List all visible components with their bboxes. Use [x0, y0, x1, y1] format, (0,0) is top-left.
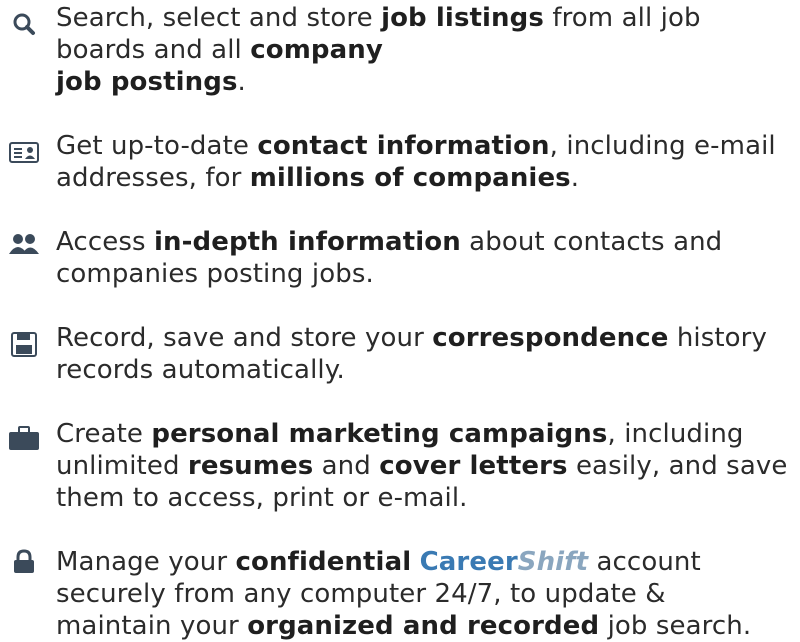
feature-text: Get up-to-date contact information, incl… [56, 130, 796, 194]
text-line: unlimited resumes and cover letters easi… [56, 451, 788, 481]
text-line: securely from any computer 24/7, to upda… [56, 579, 666, 609]
text-line: addresses, for millions of companies. [56, 163, 580, 193]
text-line: boards and all company [56, 35, 383, 65]
brand-shift: Shift [517, 547, 589, 577]
text-line: job postings. [56, 67, 246, 97]
contact-card-icon [8, 138, 40, 166]
text-line: Create personal marketing campaigns, inc… [56, 419, 744, 449]
brand-career: Career [419, 547, 518, 577]
text-line: Record, save and store your corresponden… [56, 323, 767, 353]
text-line: Search, select and store job listings fr… [56, 3, 701, 33]
text-line: records automatically. [56, 355, 345, 385]
feature-text: Manage your confidential CareerShift acc… [56, 546, 796, 642]
feature-text: Access in-depth information about contac… [56, 226, 796, 290]
text-line: them to access, print or e-mail. [56, 483, 468, 513]
floppy-disk-icon [8, 330, 40, 358]
text-line: Access in-depth information about contac… [56, 227, 723, 257]
search-icon [8, 10, 40, 38]
feature-text: Search, select and store job listings fr… [56, 2, 796, 98]
briefcase-icon [8, 424, 40, 452]
people-icon [8, 230, 40, 258]
text-line: maintain your organized and recorded job… [56, 611, 752, 641]
text-line: Get up-to-date contact information, incl… [56, 131, 776, 161]
text-line: companies posting jobs. [56, 259, 374, 289]
feature-text: Create personal marketing campaigns, inc… [56, 418, 796, 514]
feature-text: Record, save and store your corresponden… [56, 322, 796, 386]
text-line: Manage your confidential CareerShift acc… [56, 547, 701, 577]
lock-icon [8, 548, 40, 576]
